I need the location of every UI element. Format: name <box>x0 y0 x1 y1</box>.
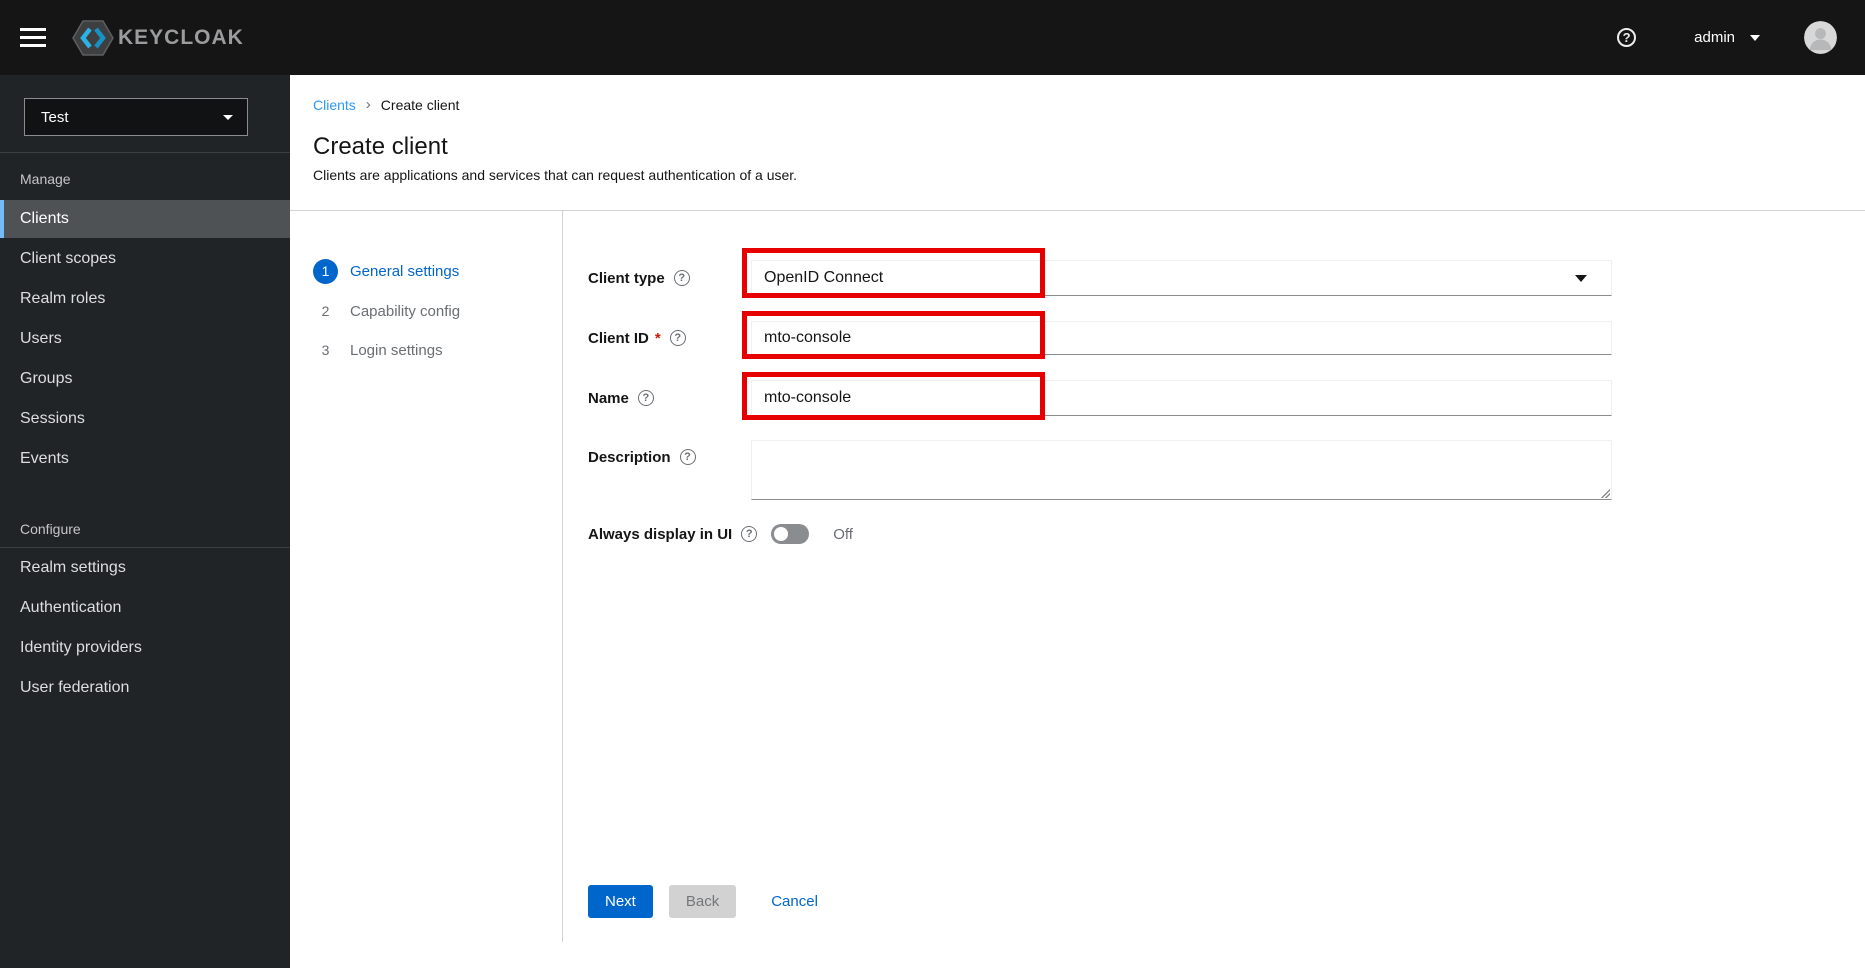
question-circle-icon[interactable]: ? <box>673 270 690 286</box>
cancel-button[interactable]: Cancel <box>771 893 818 910</box>
username-label: admin <box>1694 29 1735 46</box>
client-id-label: Client ID <box>588 329 649 347</box>
sidebar-item-clients[interactable]: Clients <box>0 200 290 238</box>
help-icon[interactable]: ? <box>1617 28 1637 47</box>
avatar[interactable] <box>1804 21 1837 54</box>
keycloak-hexagon-icon <box>72 19 114 56</box>
breadcrumb-current: Create client <box>380 96 460 113</box>
client-type-label-row: Client type ? <box>588 268 690 288</box>
always-display-toggle[interactable] <box>771 524 810 544</box>
client-type-value: OpenID Connect <box>764 269 884 286</box>
chevron-down-icon <box>1750 34 1760 41</box>
keycloak-logo: KEYCLOAK <box>72 19 244 57</box>
nav-section-manage: Manage <box>20 171 71 187</box>
hamburger-menu-icon[interactable] <box>20 23 46 52</box>
realm-name: Test <box>41 108 69 126</box>
sidebar-item-identity-providers[interactable]: Identity providers <box>0 629 290 667</box>
brand-text: KEYCLOAK <box>118 25 244 49</box>
wizard-step-label[interactable]: Capability config <box>350 303 460 320</box>
wizard-step-label[interactable]: Login settings <box>350 342 443 359</box>
description-label-row: Description ? <box>588 447 696 467</box>
nav-section-configure: Configure <box>20 521 81 537</box>
question-circle-icon[interactable]: ? <box>679 449 696 465</box>
page-title: Create client <box>313 133 448 160</box>
chevron-down-icon <box>223 114 233 120</box>
wizard-step-login-settings[interactable]: 3 Login settings <box>313 338 443 363</box>
client-type-label: Client type <box>588 269 665 287</box>
question-circle-icon[interactable]: ? <box>637 390 654 406</box>
client-type-select[interactable]: OpenID Connect <box>751 260 1612 296</box>
sidebar-item-users[interactable]: Users <box>0 320 290 358</box>
breadcrumb-separator-icon: › <box>365 96 371 113</box>
question-circle-icon[interactable]: ? <box>669 330 686 346</box>
resize-handle[interactable] <box>1600 488 1610 498</box>
breadcrumb-link-clients[interactable]: Clients <box>313 97 356 113</box>
sidebar-item-user-federation[interactable]: User federation <box>0 669 290 707</box>
sidebar-item-realm-roles[interactable]: Realm roles <box>0 280 290 318</box>
sidebar: Test Manage Clients Client scopes Realm … <box>0 75 290 968</box>
client-id-label-row: Client ID * ? <box>588 328 686 348</box>
description-textarea[interactable] <box>751 440 1612 500</box>
name-label: Name <box>588 389 629 407</box>
sidebar-divider <box>0 152 290 153</box>
sidebar-item-realm-settings[interactable]: Realm settings <box>0 549 290 587</box>
sidebar-divider <box>0 547 290 548</box>
question-circle-icon[interactable]: ? <box>741 526 758 542</box>
next-button[interactable]: Next <box>588 885 653 918</box>
masthead: KEYCLOAK ? admin <box>0 0 1865 75</box>
wizard-step-general-settings[interactable]: 1 General settings <box>313 259 459 284</box>
required-asterisk: * <box>654 329 661 347</box>
toggle-state-label: Off <box>833 525 853 543</box>
sidebar-item-sessions[interactable]: Sessions <box>0 400 290 438</box>
sidebar-item-groups[interactable]: Groups <box>0 360 290 398</box>
back-button[interactable]: Back <box>668 885 737 918</box>
always-display-label: Always display in UI <box>588 525 733 543</box>
sidebar-item-client-scopes[interactable]: Client scopes <box>0 240 290 278</box>
user-menu[interactable]: admin <box>1694 29 1760 46</box>
wizard-step-number: 2 <box>321 303 330 319</box>
breadcrumb: Clients › Create client <box>313 96 459 113</box>
client-id-input[interactable] <box>751 321 1612 355</box>
wizard-vertical-divider <box>562 211 563 942</box>
page-subtitle: Clients are applications and services th… <box>313 167 798 183</box>
wizard-footer: Next Back Cancel <box>588 885 818 918</box>
chevron-down-icon <box>1575 274 1587 282</box>
header-divider <box>290 210 1865 211</box>
name-input[interactable] <box>751 380 1612 416</box>
name-label-row: Name ? <box>588 388 654 408</box>
sidebar-item-authentication[interactable]: Authentication <box>0 589 290 627</box>
always-display-row: Always display in UI ? Off <box>588 524 853 544</box>
sidebar-item-events[interactable]: Events <box>0 440 290 478</box>
description-label: Description <box>588 448 671 466</box>
wizard-step-label[interactable]: General settings <box>350 263 459 280</box>
wizard-step-number: 3 <box>321 342 330 358</box>
wizard-step-capability-config[interactable]: 2 Capability config <box>313 299 460 324</box>
realm-selector[interactable]: Test <box>24 98 248 136</box>
wizard-step-number: 1 <box>313 259 338 284</box>
